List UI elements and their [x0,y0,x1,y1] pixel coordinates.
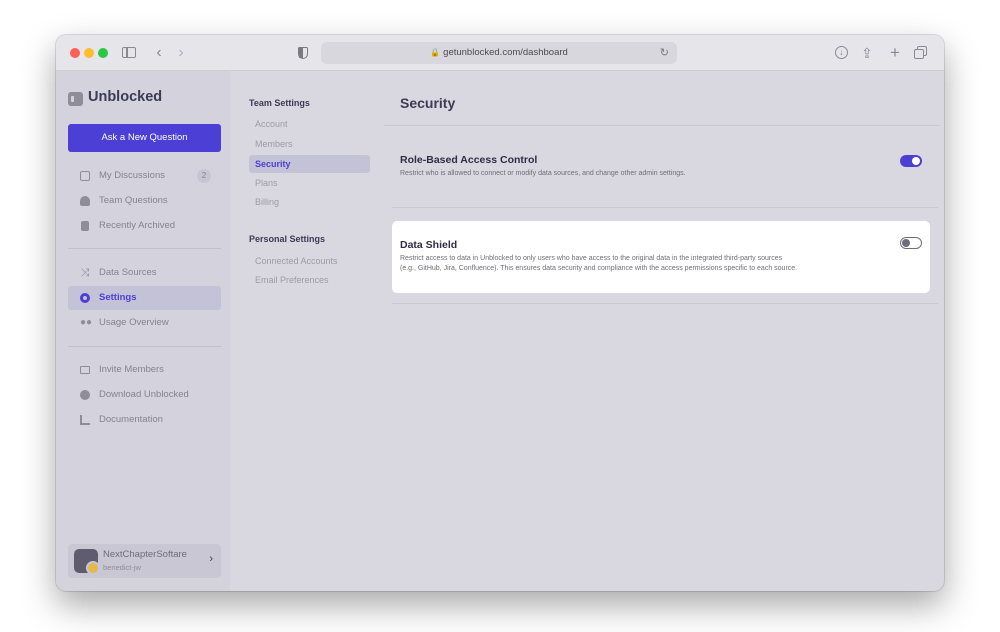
app-logo-text: Unblocked [88,89,163,105]
account-username: benedict-jw [103,563,141,572]
account-switcher[interactable]: NextChapterSoftare benedict-jw › [68,544,221,578]
archive-icon [81,221,89,231]
close-window-button[interactable] [70,48,80,58]
account-name: NextChapterSoftare [103,549,187,560]
section-divider [392,207,938,208]
download-icon [80,390,90,400]
main-panel: Security Role-Based Access Control Restr… [384,77,940,585]
rbac-toggle[interactable] [900,155,922,167]
settings-nav-billing[interactable]: Billing [249,193,370,211]
sidebar-divider [68,346,221,347]
rbac-description: Restrict who is allowed to connect or mo… [400,170,686,177]
personal-settings-heading: Personal Settings [249,234,326,244]
settings-nav-connected-accounts[interactable]: Connected Accounts [249,252,370,270]
sidebar-divider [68,248,221,249]
sidebar-item-usage-overview[interactable]: ●● Usage Overview [68,311,221,335]
document-icon [80,415,90,425]
settings-nav-members[interactable]: Members [249,135,370,153]
settings-nav-account[interactable]: Account [249,115,370,133]
browser-toolbar: ‹ › 🔒 getunblocked.com/dashboard ↻ ↓ ⇪ + [56,35,944,71]
data-shield-toggle[interactable] [900,237,922,249]
gear-icon [80,293,90,303]
team-settings-heading: Team Settings [249,98,310,108]
page-title: Security [400,95,456,111]
team-icon [80,196,90,206]
tab-overview-icon[interactable] [913,43,929,63]
unblocked-logo-icon [68,92,83,106]
minimize-window-button[interactable] [84,48,94,58]
sidebar-item-documentation[interactable]: Documentation [68,408,221,432]
mail-icon [80,366,90,374]
users-icon: ●● [80,317,93,328]
back-icon[interactable]: ‹ [152,43,166,63]
share-icon[interactable]: ⇪ [859,43,875,63]
browser-window: ‹ › 🔒 getunblocked.com/dashboard ↻ ↓ ⇪ + … [56,35,944,591]
count-badge: 2 [197,169,211,183]
sidebar-item-invite-members[interactable]: Invite Members [68,358,221,382]
laptop-icon [80,171,90,181]
avatar [74,549,100,575]
sidebar-item-settings[interactable]: Settings [68,286,221,310]
download-icon[interactable]: ↓ [834,43,850,63]
settings-nav-security[interactable]: Security [249,155,370,173]
lock-icon: 🔒 [430,48,441,57]
reload-icon[interactable]: ↻ [660,42,669,64]
ask-new-question-button[interactable]: Ask a New Question [68,124,221,152]
section-divider [392,303,938,304]
data-shield-title: Data Shield [400,239,458,251]
header-divider [384,125,940,126]
zoom-window-button[interactable] [98,48,108,58]
settings-nav-email-preferences[interactable]: Email Preferences [249,271,370,289]
address-bar[interactable]: 🔒 getunblocked.com/dashboard ↻ [321,42,677,64]
new-tab-icon[interactable]: + [887,43,903,63]
sidebar-item-recently-archived[interactable]: Recently Archived [68,214,221,238]
url-text: getunblocked.com/dashboard [443,47,568,58]
sidebar-item-my-discussions[interactable]: My Discussions 2 [68,164,221,188]
privacy-shield-icon[interactable] [296,43,310,63]
chevron-right-icon: › [209,553,213,565]
sidebar-item-team-questions[interactable]: Team Questions [68,189,221,213]
settings-nav: Team Settings Account Members Security P… [236,77,382,585]
settings-nav-plans[interactable]: Plans [249,174,370,192]
shuffle-icon: ⤨ [80,267,90,279]
sidebar-item-data-sources[interactable]: ⤨ Data Sources [68,261,221,285]
forward-icon[interactable]: › [174,43,188,63]
data-shield-card: Data Shield Restrict access to data in U… [392,221,930,293]
data-shield-description-line2: (e.g., GitHub, Jira, Confluence). This e… [400,265,798,272]
sidebar-item-download-unblocked[interactable]: Download Unblocked [68,383,221,407]
sidebar-toggle-icon[interactable] [122,43,138,63]
data-shield-description-line1: Restrict access to data in Unblocked to … [400,255,783,262]
rbac-title: Role-Based Access Control [400,154,538,166]
